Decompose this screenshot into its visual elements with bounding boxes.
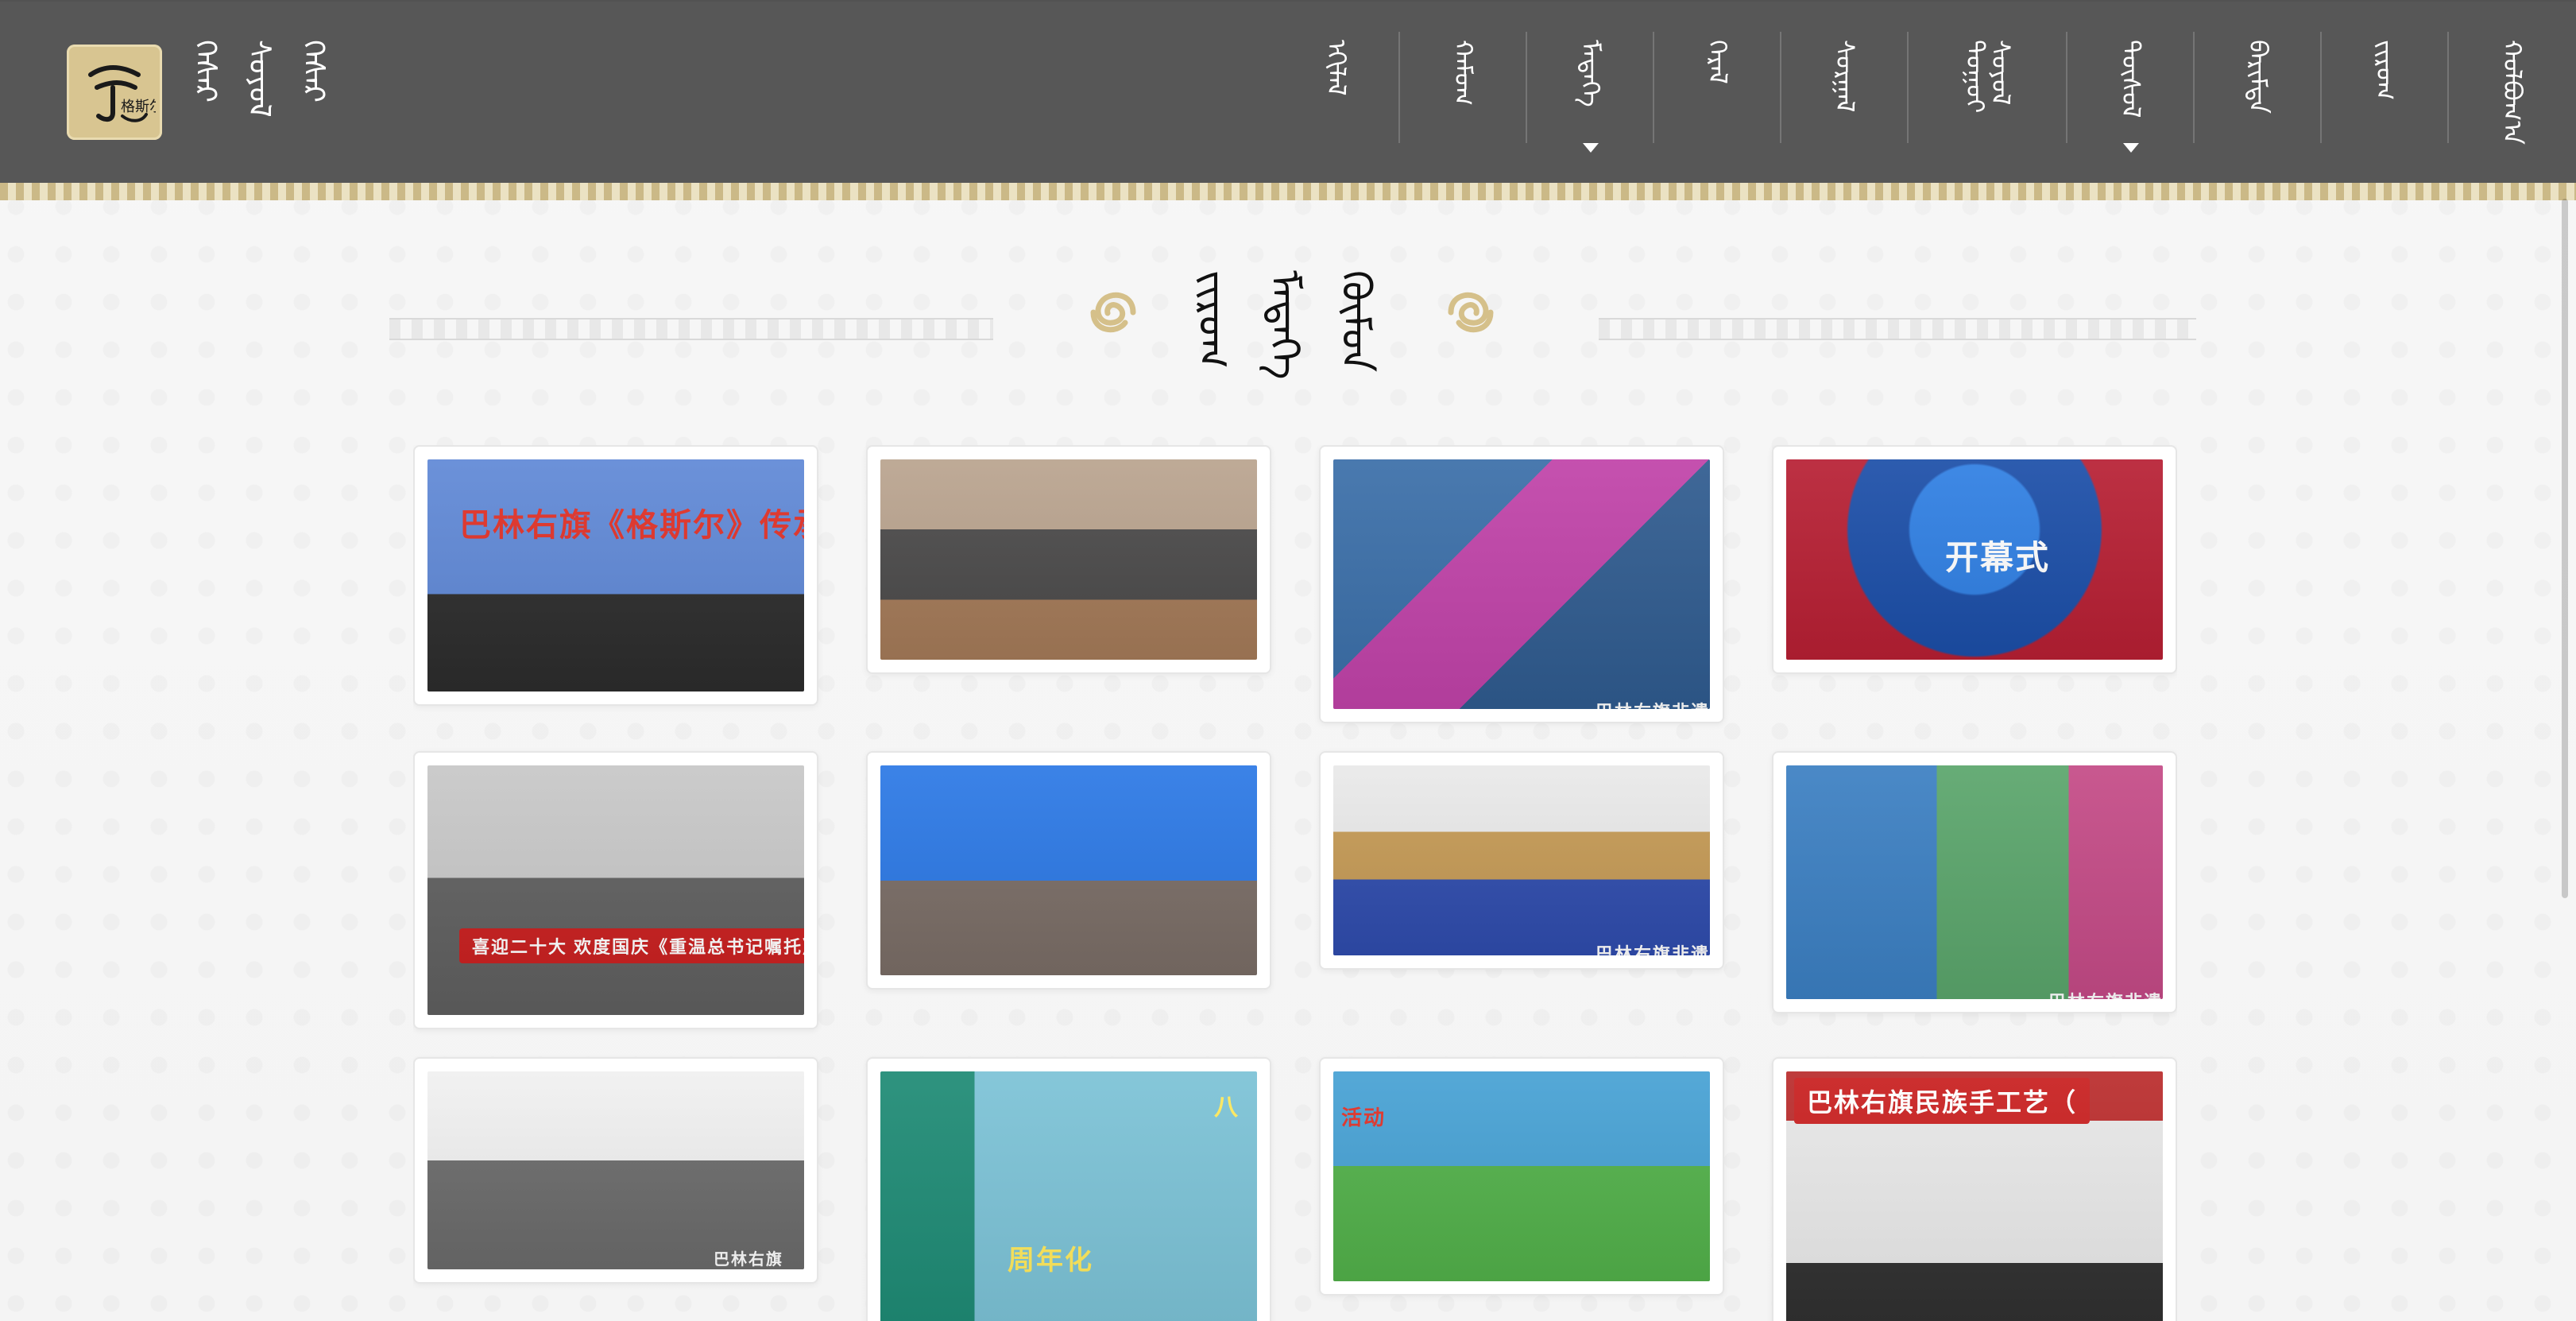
- site-brand[interactable]: ᠭᠡᠰᠡᠷ ᠰᠤᠶᠤᠯ ᠭᠡᠰᠡᠷ: [188, 40, 331, 143]
- page-scrollbar[interactable]: [2562, 199, 2568, 898]
- nav-item-2[interactable]: ᠬᠠᠮᠤᠭ: [1400, 0, 1527, 183]
- gallery-card[interactable]: 巴林右旗: [413, 1057, 818, 1284]
- gallery-photo: [880, 765, 1257, 975]
- section-title-line-3: ᠬᠥᠮᠦᠨ: [1332, 270, 1379, 373]
- brand-line-3: ᠭᠡᠰᠡᠷ: [296, 40, 331, 103]
- nav-item-6[interactable]: ᠳᠣᠭᠣᠢ ᠰᠤᠶᠤᠯ: [1909, 0, 2067, 183]
- photo-overlay-text: 八: [1214, 1094, 1240, 1121]
- nav-item-1[interactable]: ᠡᠬᠢᠯᠡᠯ: [1273, 0, 1400, 183]
- gallery-photo: [880, 459, 1257, 660]
- nav-item-9[interactable]: ᠵᠢᠷᠤᠭ: [2322, 0, 2449, 183]
- photo-overlay-text: 巴林右旗非遗保护: [2048, 988, 2163, 999]
- brand-line-2: ᠰᠤᠶᠤᠯ: [242, 40, 277, 118]
- photo-gallery: 巴林右旗《格斯尔》传承 巴林右旗非遗保护 开幕式 喜迎二十大 欢度国庆《重温总书…: [413, 445, 2177, 1321]
- gallery-card[interactable]: 巴林右旗《格斯尔》传承: [413, 445, 818, 706]
- gallery-card[interactable]: 开幕式: [1772, 445, 2177, 674]
- nav-label: ᠰᠤᠷᠭᠠᠯ: [1830, 40, 1860, 113]
- logo-text: 格斯尔: [121, 99, 156, 115]
- gallery-photo: 巴林右旗: [427, 1071, 804, 1269]
- gallery-card[interactable]: 巴林右旗非遗保护: [1319, 751, 1724, 970]
- photo-caption: 巴林右旗民族手工艺（: [1794, 1078, 2091, 1124]
- nav-item-4[interactable]: ᠭᠡᠷᠡᠯ: [1654, 0, 1781, 183]
- ornament-right-icon: [1448, 292, 1494, 333]
- gallery-photo: 巴林右旗民族手工艺（: [1786, 1071, 2163, 1321]
- section-title-line-1: ᠵᠢᠷᠤᠭ: [1189, 270, 1236, 369]
- site-logo[interactable]: 格斯尔: [67, 45, 162, 140]
- nav-item-5[interactable]: ᠰᠤᠷᠭᠠᠯ: [1781, 0, 1909, 183]
- gallery-card[interactable]: 周年化 八: [866, 1057, 1271, 1321]
- nav-item-7[interactable]: ᠲᠥᠰᠥᠯ: [2067, 0, 2195, 183]
- nav-item-8[interactable]: ᠪᠠᠷᠢᠮᠲᠠ: [2195, 0, 2322, 183]
- nav-label: ᠬᠠᠮᠤᠭ: [1449, 40, 1479, 106]
- nav-label: ᠭᠡᠷᠡᠯ: [1703, 40, 1733, 84]
- nav-label: ᠲᠥᠰᠥᠯ: [2116, 40, 2146, 118]
- section-title: ᠵᠢᠷᠤᠭ ᠮᠡᠳᠡᠭᠡ ᠬᠥᠮᠦᠨ: [0, 254, 2576, 461]
- nav-label: ᠪᠠᠷᠢᠮᠲᠠ: [2243, 40, 2273, 114]
- gallery-card[interactable]: 巴林右旗非遗保护: [1772, 751, 2177, 1013]
- gallery-card[interactable]: 巴林右旗非遗保护: [1319, 445, 1724, 723]
- site-header: 格斯尔 ᠭᠡᠰᠡᠷ ᠰᠤᠶᠤᠯ ᠭᠡᠰᠡᠷ ᠡᠬᠢᠯᠡᠯ ᠬᠠᠮᠤᠭ ᠮᠡᠳᠡᠭ…: [0, 0, 2576, 200]
- gallery-card[interactable]: [866, 751, 1271, 990]
- nav-item-10[interactable]: ᠬᠣᠯᠪᠣᠭ᠎ᠠ: [2449, 0, 2576, 183]
- photo-caption: 开幕式: [1945, 539, 2051, 576]
- gallery-photo: 活动: [1333, 1071, 1710, 1281]
- photo-overlay-text: 巴林右旗非遗保护: [1595, 944, 1710, 955]
- nav-label: ᠬᠣᠯᠪᠣᠭ᠎ᠠ: [2497, 40, 2528, 145]
- gallery-card[interactable]: 巴林右旗民族手工艺（: [1772, 1057, 2177, 1321]
- photo-caption: 活动: [1341, 1106, 1387, 1129]
- header-pattern-border: [0, 183, 2576, 200]
- photo-overlay-text: 巴林右旗: [714, 1251, 783, 1269]
- chevron-down-icon: [2123, 143, 2139, 153]
- brand-line-1: ᠭᠡᠰᠡᠷ: [188, 40, 223, 103]
- ornament-left-icon: [1090, 292, 1136, 333]
- gallery-card[interactable]: 喜迎二十大 欢度国庆《重温总书记嘱托》主题活动: [413, 751, 818, 1029]
- nav-label: ᠵᠢᠷᠤᠭ: [2370, 40, 2400, 101]
- gallery-photo: 喜迎二十大 欢度国庆《重温总书记嘱托》主题活动: [427, 765, 804, 1015]
- photo-overlay-text: 巴林右旗非遗保护: [1595, 698, 1710, 709]
- nav-label: ᠡᠬᠢᠯᠡᠯ: [1321, 40, 1352, 96]
- photo-caption: 喜迎二十大 欢度国庆《重温总书记嘱托》主题活动: [459, 928, 804, 963]
- gallery-photo: 周年化 八: [880, 1071, 1257, 1321]
- gallery-photo: 开幕式: [1786, 459, 2163, 660]
- main-nav: ᠡᠬᠢᠯᠡᠯ ᠬᠠᠮᠤᠭ ᠮᠡᠳᠡᠭᠡ ᠭᠡᠷᠡᠯ ᠰᠤᠷᠭᠠᠯ ᠳᠣᠭᠣᠢ ᠰ…: [1273, 0, 2576, 183]
- gallery-card[interactable]: 活动: [1319, 1057, 1724, 1296]
- logo-emblem-icon: 格斯尔: [73, 51, 156, 134]
- nav-label: ᠮᠡᠳᠡᠭᠡ: [1576, 40, 1606, 107]
- title-divider-left: [389, 318, 993, 340]
- gallery-photo: 巴林右旗非遗保护: [1786, 765, 2163, 999]
- nav-label: ᠳᠣᠭᠣᠢ ᠰᠤᠶᠤᠯ: [1960, 40, 2016, 114]
- gallery-photo: 巴林右旗非遗保护: [1333, 765, 1710, 955]
- title-divider-right: [1599, 318, 2196, 340]
- nav-item-3[interactable]: ᠮᠡᠳᠡᠭᠡ: [1527, 0, 1654, 183]
- photo-caption: 巴林右旗《格斯尔》传承: [459, 508, 804, 543]
- gallery-photo: 巴林右旗《格斯尔》传承: [427, 459, 804, 691]
- gallery-photo: 巴林右旗非遗保护: [1333, 459, 1710, 709]
- photo-caption: 周年化: [1008, 1245, 1093, 1276]
- section-title-line-2: ᠮᠡᠳᠡᠭᠡ: [1260, 270, 1308, 380]
- chevron-down-icon: [1583, 143, 1599, 153]
- section-title-text: ᠵᠢᠷᠤᠭ ᠮᠡᠳᠡᠭᠡ ᠬᠥᠮᠦᠨ: [1189, 270, 1379, 445]
- gallery-card[interactable]: [866, 445, 1271, 674]
